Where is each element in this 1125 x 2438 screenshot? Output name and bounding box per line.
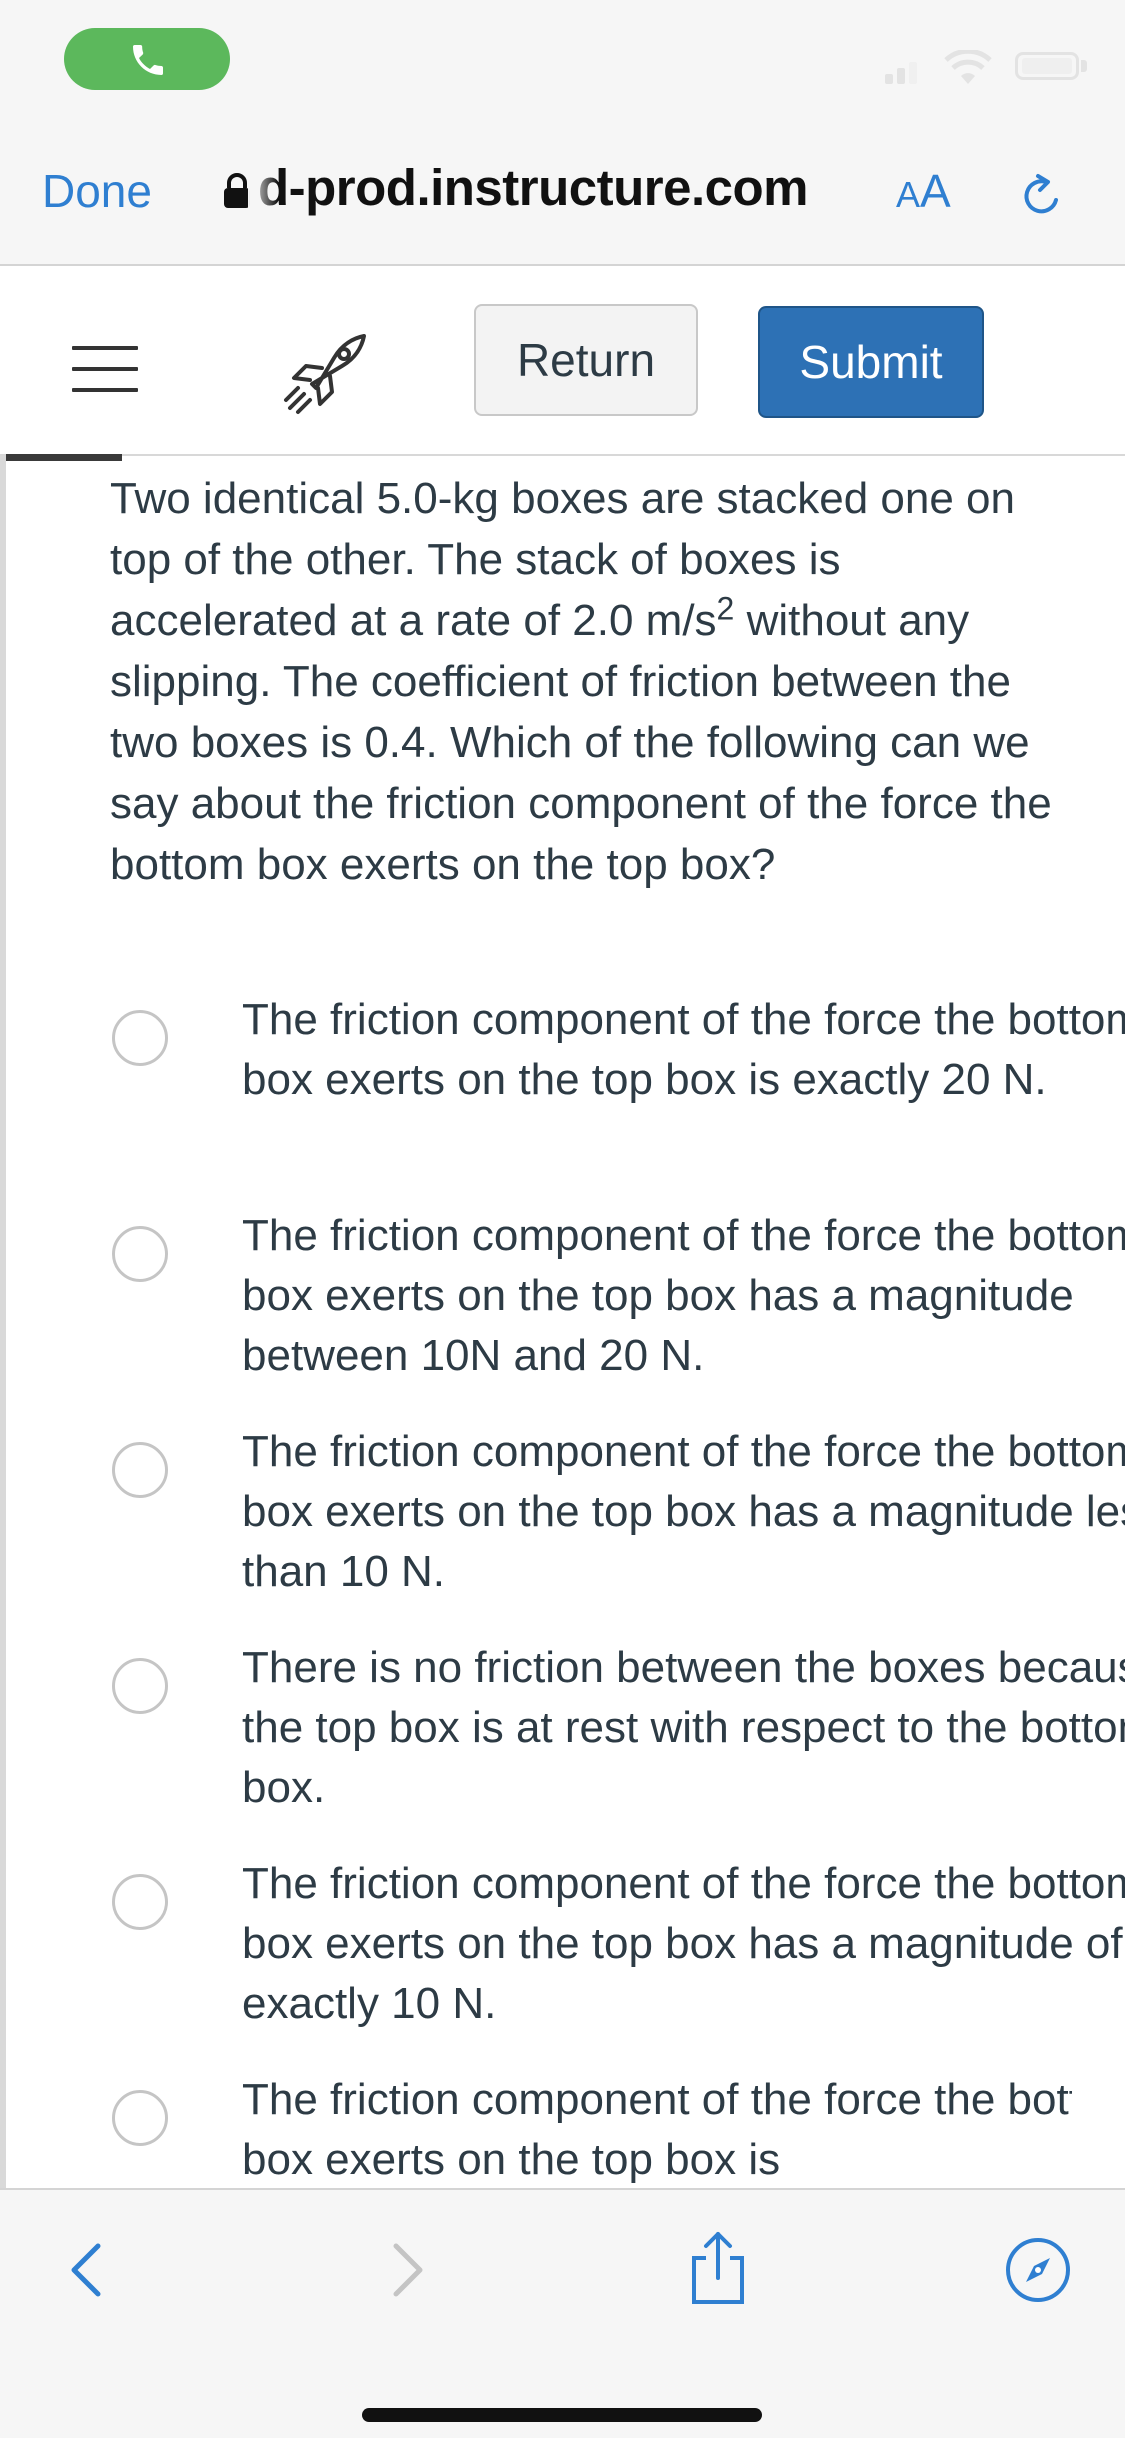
answer-option-text: The friction component of the force the … <box>242 1211 1125 1380</box>
question-superscript: 2 <box>716 590 735 627</box>
answer-option-text: The friction component of the force the … <box>242 1859 1125 2028</box>
share-icon[interactable] <box>686 2230 750 2306</box>
back-icon[interactable] <box>66 2240 106 2300</box>
compass-icon[interactable] <box>1004 2236 1072 2304</box>
status-bar <box>0 0 1125 132</box>
forward-icon[interactable] <box>388 2240 428 2300</box>
question-text: Two identical 5.0-kg boxes are stacked o… <box>110 468 1070 895</box>
menu-icon[interactable] <box>72 346 138 409</box>
return-button[interactable]: Return <box>474 304 698 416</box>
answer-option[interactable]: The friction component of the force the … <box>112 1422 1125 1622</box>
browser-url-bar: Done d-prod.instructure.com AA <box>0 132 1125 266</box>
answer-option[interactable]: The friction component of the force the … <box>112 2070 1072 2186</box>
answer-option[interactable]: The friction component of the force the … <box>112 1854 1125 2054</box>
reload-icon[interactable] <box>1016 170 1068 222</box>
radio-button[interactable] <box>112 1010 168 1066</box>
url-fade <box>248 160 278 222</box>
answer-option-text: The friction component of the force the … <box>242 1427 1125 1596</box>
reader-text-size-button[interactable]: AA <box>896 164 951 218</box>
radio-button[interactable] <box>112 1874 168 1930</box>
answer-option[interactable]: The friction component of the force the … <box>112 990 1125 1190</box>
url-text[interactable]: d-prod.instructure.com <box>258 158 809 217</box>
wifi-icon <box>944 50 992 84</box>
battery-tip <box>1081 60 1087 72</box>
active-call-pill[interactable] <box>64 28 230 90</box>
answer-option-text: The friction component of the force the … <box>242 995 1125 1104</box>
answer-option-text: The friction component of the force the … <box>242 2075 1072 2184</box>
quiz-toolbar: Return Submit <box>0 266 1125 456</box>
answer-option[interactable]: There is no friction between the boxes b… <box>112 1638 1125 1838</box>
submit-button[interactable]: Submit <box>758 306 984 418</box>
aa-small-letter: A <box>896 174 921 215</box>
answer-option-text: There is no friction between the boxes b… <box>242 1643 1125 1812</box>
signal-icon <box>885 62 921 84</box>
radio-button[interactable] <box>112 2090 168 2146</box>
question-progress-indicator <box>6 454 122 461</box>
radio-button[interactable] <box>112 1442 168 1498</box>
left-scroll-rule <box>0 456 6 2188</box>
battery-icon <box>1015 52 1079 80</box>
aa-large-letter: A <box>920 165 951 217</box>
radio-button[interactable] <box>112 1658 168 1714</box>
radio-button[interactable] <box>112 1226 168 1282</box>
answer-option[interactable]: The friction component of the force the … <box>112 1206 1125 1406</box>
phone-icon <box>133 45 163 75</box>
home-indicator <box>362 2408 762 2422</box>
done-button[interactable]: Done <box>42 164 152 218</box>
browser-bottom-bar <box>0 2188 1125 2438</box>
rocket-icon[interactable] <box>276 326 372 416</box>
